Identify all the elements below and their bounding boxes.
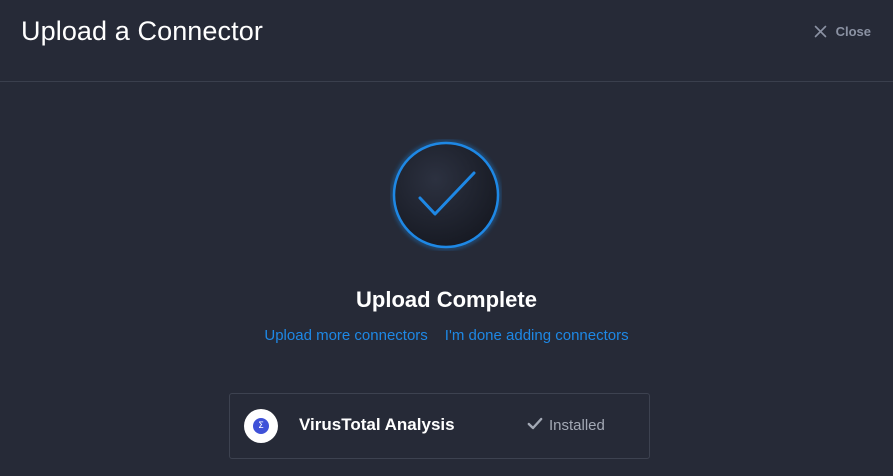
- installed-label: Installed: [549, 417, 605, 434]
- check-icon: [527, 417, 543, 434]
- upload-connector-modal: Upload a Connector Close Upload Complete…: [0, 0, 893, 476]
- modal-title: Upload a Connector: [21, 16, 263, 46]
- close-label: Close: [835, 24, 871, 39]
- upload-status-title: Upload Complete: [356, 287, 537, 312]
- close-icon: [814, 25, 827, 38]
- next-action-links: Upload more connectors I'm done adding co…: [0, 327, 893, 344]
- connector-logo-icon: Σ: [244, 409, 278, 443]
- modal-header: Upload a Connector Close: [0, 0, 893, 82]
- done-adding-connectors-link[interactable]: I'm done adding connectors: [445, 327, 629, 344]
- upload-more-connectors-link[interactable]: Upload more connectors: [264, 327, 427, 344]
- connector-card: Σ VirusTotal Analysis Installed: [229, 393, 650, 459]
- connector-logo-glyph: Σ: [253, 418, 269, 434]
- installed-status-badge: Installed: [527, 417, 605, 434]
- connector-name: VirusTotal Analysis: [299, 415, 455, 434]
- checkmark-circle-icon: [390, 139, 502, 251]
- close-button[interactable]: Close: [814, 24, 871, 39]
